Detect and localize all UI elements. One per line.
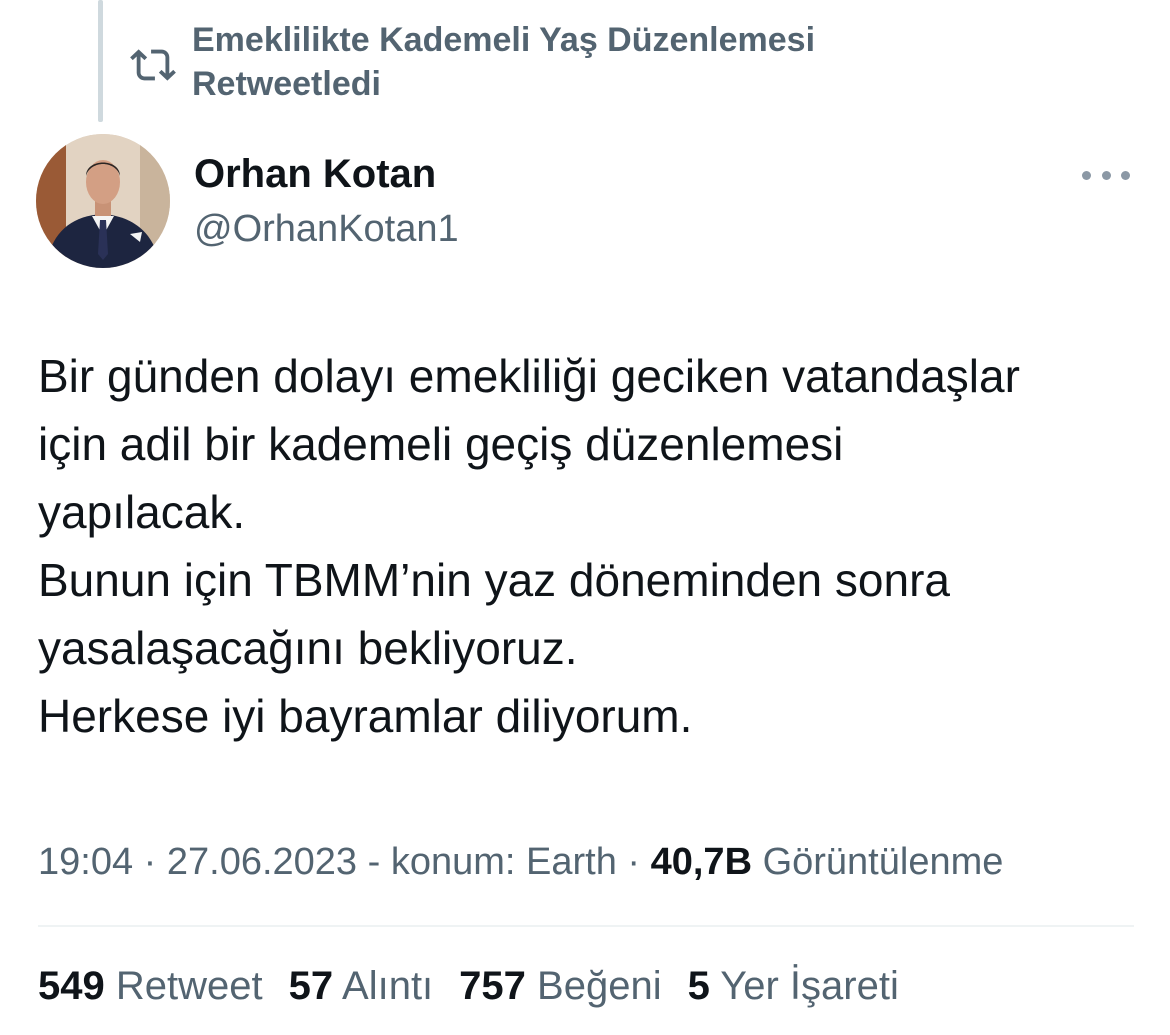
avatar[interactable] [36,134,170,268]
divider [38,925,1134,927]
more-options-button[interactable] [1082,160,1130,190]
tweet-text: Bir günden dolayı emekliliği geciken vat… [38,342,1148,750]
retweet-icon [130,49,176,81]
more-dot-icon [1101,170,1111,180]
tweet-time[interactable]: 19:04 [38,841,133,883]
thread-line [98,0,103,122]
retweet-label: Retweetledi [192,65,381,103]
tweet-text-line: Herkese iyi bayramlar diliyorum. [38,690,693,742]
retweets-count: 549 [38,964,105,1008]
retweet-banner[interactable]: Emeklilikte Kademeli Yaş Düzenlemesi Ret… [130,18,815,106]
quotes-label: Alıntı [333,964,434,1008]
retweets-stat[interactable]: 549 Retweet [38,962,263,1010]
retweet-account-name[interactable]: Emeklilikte Kademeli Yaş Düzenlemesi [192,18,815,62]
more-dot-icon [1082,170,1091,180]
meta-separator: · [616,841,651,883]
tweet-date[interactable]: 27.06.2023 [167,841,357,883]
likes-stat[interactable]: 757 Beğeni [459,962,661,1010]
tweet-text-line: yasalaşacağını bekliyoruz. [38,622,578,674]
tweet-meta: 19:04 · 27.06.2023 - konum: Earth · 40,7… [38,838,1003,886]
tweet-stats: 549 Retweet 57 Alıntı 757 Beğeni 5 Yer İ… [38,962,925,1010]
retweets-label: Retweet [104,964,263,1008]
tweet-text-line: Bunun için TBMM’nin yaz döneminden sonra [38,554,950,606]
author-handle[interactable]: @OrhanKotan1 [194,206,459,252]
likes-count: 757 [459,964,526,1008]
views-count: 40,7B [650,841,753,883]
tweet-text-line: yapılacak. [38,486,246,538]
bookmarks-count: 5 [687,964,710,1008]
bookmarks-stat[interactable]: 5 Yer İşareti [688,962,899,1010]
tweet-location: - konum: Earth [357,841,617,883]
avatar-image [36,134,170,268]
author-name[interactable]: Orhan Kotan [194,150,436,198]
quotes-count: 57 [288,964,334,1008]
views-label: Görüntülenme [752,841,1004,883]
more-dot-icon [1121,170,1130,180]
likes-label: Beğeni [525,964,662,1008]
meta-separator: · [133,841,167,883]
bookmarks-label: Yer İşareti [709,964,899,1008]
quotes-stat[interactable]: 57 Alıntı [289,962,434,1010]
tweet-text-line: için adil bir kademeli geçiş düzenlemesi [38,418,844,470]
tweet-text-line: Bir günden dolayı emekliliği geciken vat… [38,350,1020,402]
